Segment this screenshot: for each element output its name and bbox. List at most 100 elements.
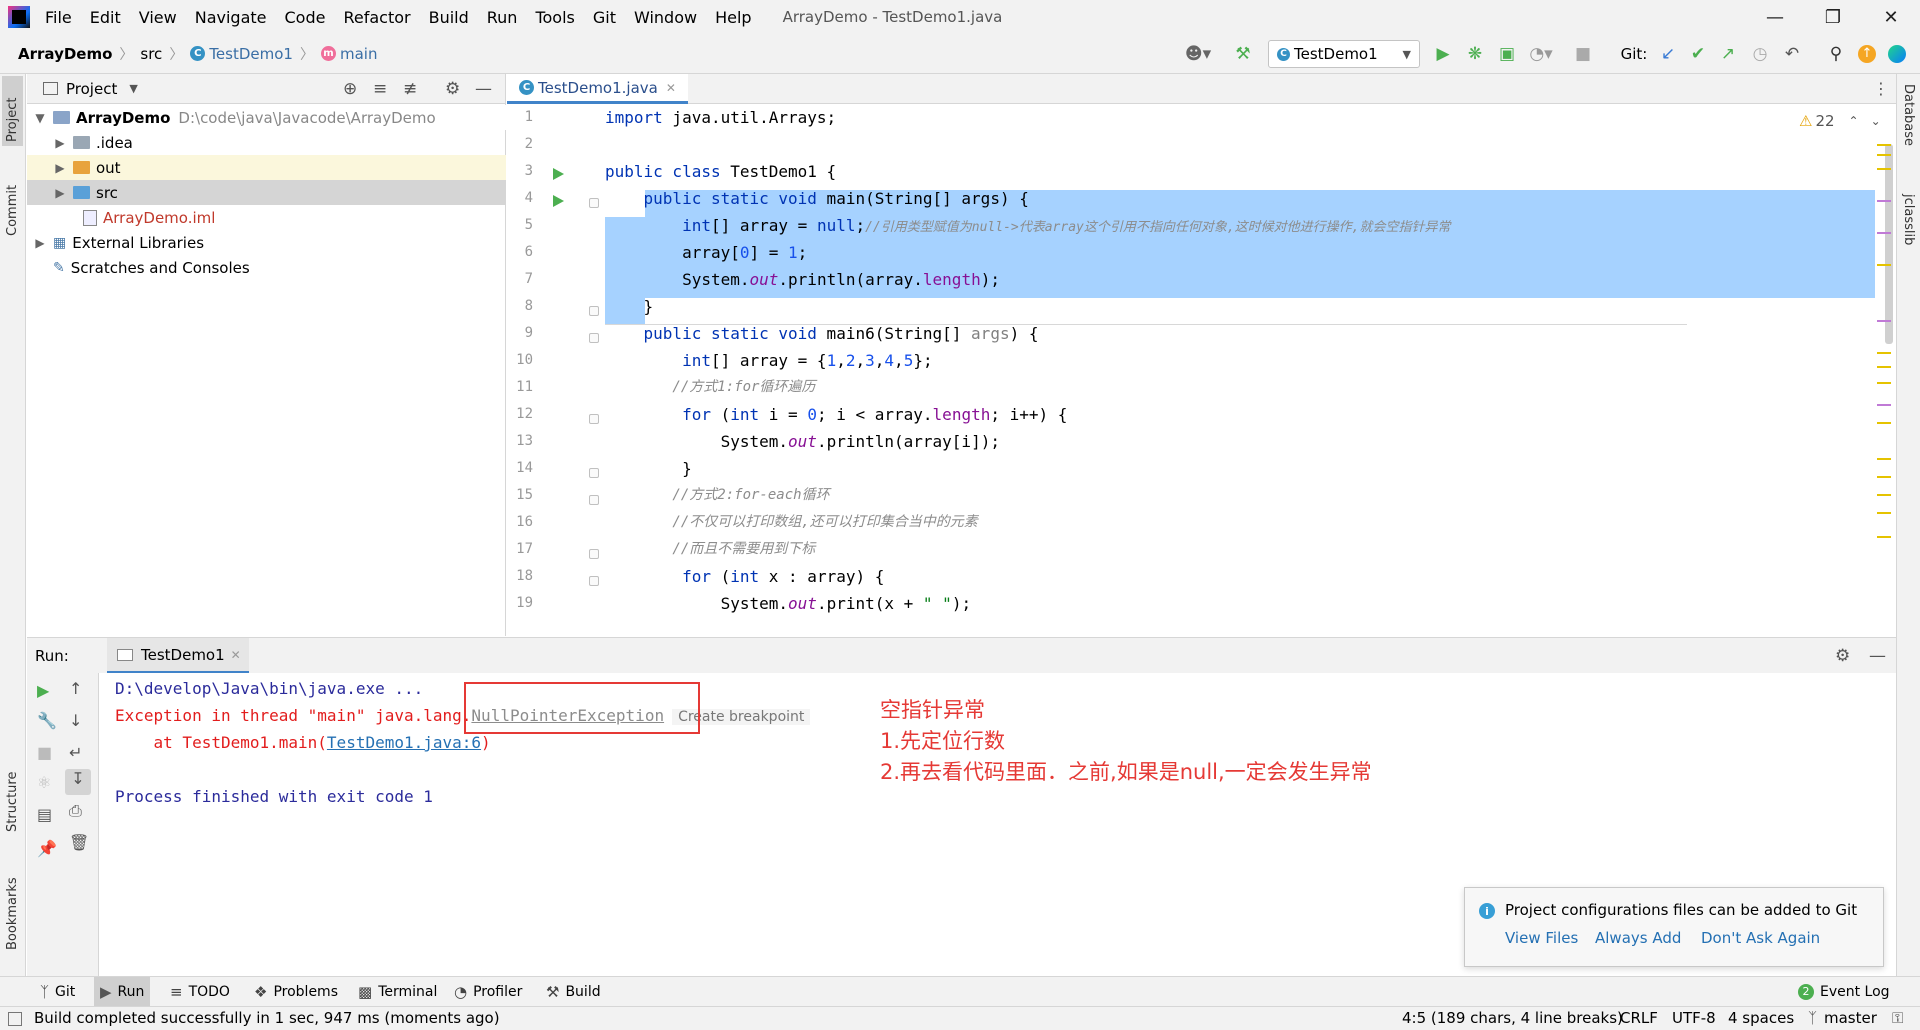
update-icon[interactable]: ↑ bbox=[1854, 34, 1880, 74]
menu-edit[interactable]: Edit bbox=[81, 8, 130, 27]
side-tab-structure[interactable]: Structure bbox=[2, 756, 23, 836]
error-stripe-mark[interactable] bbox=[1877, 512, 1891, 514]
side-tab-database[interactable]: Database bbox=[1901, 84, 1916, 146]
scrollbar-thumb[interactable] bbox=[1885, 144, 1893, 344]
error-stripe-mark[interactable] bbox=[1877, 264, 1891, 266]
search-icon[interactable]: ⚲ bbox=[1822, 34, 1850, 74]
tree-item-idea[interactable]: ▶ .idea bbox=[27, 130, 506, 155]
more-icon[interactable]: ⋮ bbox=[1873, 79, 1889, 98]
tree-item-src[interactable]: ▶ src bbox=[27, 180, 506, 205]
inspection-widget[interactable]: ⚠ 22 ⌃ ⌄ bbox=[1799, 112, 1881, 130]
soft-wrap-icon[interactable]: ↵ bbox=[69, 743, 82, 762]
chevron-down-icon[interactable]: ▼ bbox=[129, 82, 137, 95]
pin-icon[interactable]: 📌 bbox=[37, 839, 57, 858]
tree-item-iml[interactable]: ArrayDemo.iml bbox=[27, 205, 506, 230]
error-stripe-mark[interactable] bbox=[1877, 232, 1891, 234]
restore-icon[interactable]: ❐ bbox=[1804, 0, 1862, 34]
hide-panel-icon[interactable]: — bbox=[1869, 646, 1886, 666]
fold-icon[interactable] bbox=[589, 198, 599, 208]
build-hammer-icon[interactable]: ⚒ bbox=[1228, 34, 1258, 74]
git-branch[interactable]: master bbox=[1824, 1009, 1877, 1027]
tool-window-todo[interactable]: ≡ TODO bbox=[164, 977, 236, 1007]
fold-icon[interactable] bbox=[589, 549, 599, 559]
arrow-down-icon[interactable]: ↓ bbox=[69, 711, 82, 730]
chevron-up-icon[interactable]: ⌃ bbox=[1849, 114, 1859, 128]
gear-icon[interactable]: ⚙ bbox=[445, 79, 460, 99]
error-stripe-mark[interactable] bbox=[1877, 168, 1891, 170]
error-stripe-mark[interactable] bbox=[1877, 144, 1891, 146]
git-push-icon[interactable]: ↗ bbox=[1714, 34, 1742, 74]
profile-icon[interactable]: ◔▾ bbox=[1524, 34, 1558, 74]
expand-all-icon[interactable]: ≡ bbox=[373, 79, 387, 99]
status-message[interactable]: Build completed successfully in 1 sec, 9… bbox=[34, 1009, 500, 1027]
line-separator[interactable]: CRLF bbox=[1620, 1009, 1658, 1027]
error-stripe-mark[interactable] bbox=[1877, 458, 1891, 460]
code-editor[interactable]: 1 2 3 4 5 6 7 8 9 10 11 12 13 14 15 16 1… bbox=[507, 104, 1896, 636]
menu-refactor[interactable]: Refactor bbox=[334, 8, 419, 27]
fold-icon[interactable] bbox=[589, 576, 599, 586]
side-tab-jclasslib[interactable]: jclasslib bbox=[1901, 194, 1916, 245]
file-encoding[interactable]: UTF-8 bbox=[1672, 1009, 1716, 1027]
run-configuration-select[interactable]: C TestDemo1 ▼ bbox=[1268, 40, 1420, 68]
trash-icon[interactable]: 🗑 bbox=[69, 833, 89, 852]
minimize-icon[interactable]: — bbox=[1746, 0, 1804, 34]
error-stripe-mark[interactable] bbox=[1877, 494, 1891, 496]
tool-window-terminal[interactable]: ▩ Terminal bbox=[352, 977, 443, 1007]
menu-build[interactable]: Build bbox=[420, 8, 478, 27]
run-tab-testdemo1[interactable]: TestDemo1 ✕ bbox=[107, 638, 249, 674]
fold-icon[interactable] bbox=[589, 306, 599, 316]
gear-icon[interactable]: ⚙ bbox=[1835, 646, 1850, 666]
always-add-link[interactable]: Always Add bbox=[1595, 929, 1681, 947]
fold-icon[interactable] bbox=[589, 468, 599, 478]
error-stripe-mark[interactable] bbox=[1877, 536, 1891, 538]
history-icon[interactable]: ◷ bbox=[1746, 34, 1774, 74]
side-tab-bookmarks[interactable]: Bookmarks bbox=[2, 864, 23, 954]
dump-threads-icon[interactable]: ⚛ bbox=[37, 773, 51, 792]
error-stripe-mark[interactable] bbox=[1877, 200, 1891, 202]
error-stripe-mark[interactable] bbox=[1877, 352, 1891, 354]
menu-file[interactable]: File bbox=[36, 8, 81, 27]
close-tab-icon[interactable]: ✕ bbox=[666, 81, 676, 95]
chevron-down-icon[interactable]: ⌄ bbox=[1871, 114, 1881, 128]
error-stripe-mark[interactable] bbox=[1877, 154, 1891, 156]
error-stripe-mark[interactable] bbox=[1877, 320, 1891, 322]
menu-tools[interactable]: Tools bbox=[526, 8, 583, 27]
indent-setting[interactable]: 4 spaces bbox=[1728, 1009, 1794, 1027]
wrench-icon[interactable]: 🔧 bbox=[37, 711, 57, 730]
hide-panel-icon[interactable]: — bbox=[475, 79, 492, 99]
run-class-gutter-icon[interactable] bbox=[553, 168, 564, 180]
git-commit-icon[interactable]: ✔ bbox=[1684, 34, 1712, 74]
project-panel-title[interactable]: Project bbox=[66, 80, 117, 98]
tree-item-root[interactable]: ▼ ArrayDemo D:\code\java\Javacode\ArrayD… bbox=[27, 105, 506, 130]
tree-item-out[interactable]: ▶ out bbox=[27, 155, 506, 180]
tool-window-event-log[interactable]: 2 Event Log bbox=[1792, 977, 1896, 1007]
menu-help[interactable]: Help bbox=[706, 8, 760, 27]
editor-tab-testdemo1[interactable]: C TestDemo1.java ✕ bbox=[507, 74, 688, 104]
error-stripe-mark[interactable] bbox=[1877, 476, 1891, 478]
lock-icon[interactable]: ⚿ bbox=[1892, 1009, 1903, 1027]
dont-ask-again-link[interactable]: Don't Ask Again bbox=[1701, 929, 1820, 947]
collapse-all-icon[interactable]: ≢ bbox=[403, 79, 417, 99]
stop-icon[interactable]: ■ bbox=[1570, 34, 1596, 74]
tree-item-external-libraries[interactable]: ▶ ▦ External Libraries bbox=[27, 230, 506, 255]
run-main-gutter-icon[interactable] bbox=[553, 195, 564, 207]
coverage-icon[interactable]: ▣ bbox=[1492, 34, 1522, 74]
source-link[interactable]: TestDemo1.java:6 bbox=[327, 733, 481, 752]
menu-window[interactable]: Window bbox=[625, 8, 706, 27]
caret-position[interactable]: 4:5 (189 chars, 4 line breaks) bbox=[1402, 1009, 1623, 1027]
print-icon[interactable]: ⎙ bbox=[69, 801, 82, 821]
run-icon[interactable]: ▶ bbox=[1428, 34, 1458, 74]
fold-icon[interactable] bbox=[589, 333, 599, 343]
arrow-up-icon[interactable]: ↑ bbox=[69, 679, 82, 698]
tool-window-profiler[interactable]: ◔ Profiler bbox=[448, 977, 528, 1007]
close-icon[interactable]: ✕ bbox=[1862, 0, 1920, 34]
debug-icon[interactable]: ❋ bbox=[1460, 34, 1490, 74]
rollback-icon[interactable]: ↶ bbox=[1778, 34, 1806, 74]
tree-item-scratches[interactable]: ✎ Scratches and Consoles bbox=[27, 255, 506, 280]
error-stripe-mark[interactable] bbox=[1877, 382, 1891, 384]
side-tab-commit[interactable]: Commit bbox=[2, 170, 23, 240]
view-files-link[interactable]: View Files bbox=[1505, 929, 1578, 947]
menu-run[interactable]: Run bbox=[478, 8, 527, 27]
rerun-icon[interactable]: ▶ bbox=[37, 681, 49, 700]
menu-view[interactable]: View bbox=[130, 8, 186, 27]
